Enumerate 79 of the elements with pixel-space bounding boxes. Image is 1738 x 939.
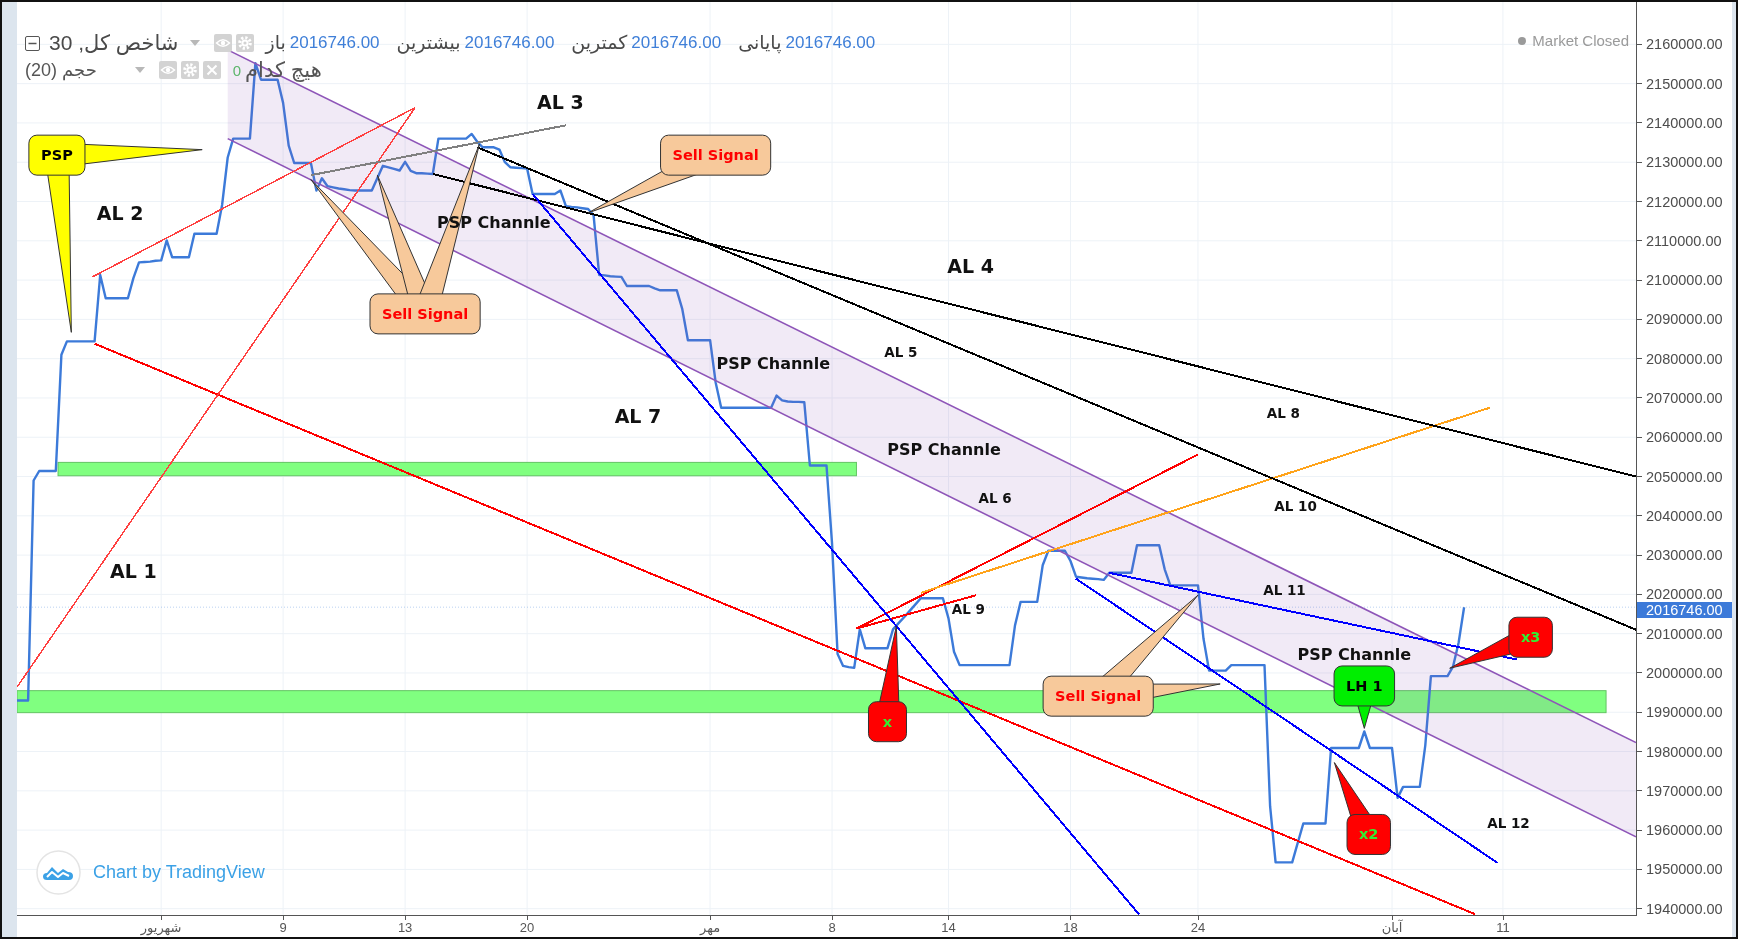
gear-icon[interactable] xyxy=(180,61,199,79)
chart-label: PSP Channle xyxy=(1297,644,1412,664)
callout: x2 xyxy=(1333,762,1391,855)
caret-icon[interactable] xyxy=(190,40,201,46)
time-axis-label: 9 xyxy=(279,920,287,935)
indicator-title: حجم (20) xyxy=(25,59,97,81)
series-title: شاخص کل, 30 xyxy=(49,31,179,55)
chart-label: AL 3 xyxy=(537,91,584,114)
callout: Sell Signal xyxy=(1042,594,1221,717)
time-axis-label: 8 xyxy=(828,920,836,935)
time-axis-label: 14 xyxy=(941,920,956,935)
chart-label: AL 11 xyxy=(1263,581,1306,598)
price-axis-label: 2050000.00 xyxy=(1646,469,1723,484)
chart-label: AL 12 xyxy=(1487,815,1530,832)
chart-label: AL 6 xyxy=(978,489,1012,506)
price-axis-label: 2060000.00 xyxy=(1646,430,1723,445)
chart-label: AL 4 xyxy=(947,254,994,277)
attribution-link[interactable]: Chart by TradingView xyxy=(93,862,265,883)
price-axis-label: 2110000.00 xyxy=(1646,233,1722,248)
price-axis-label: 2120000.00 xyxy=(1646,194,1723,209)
price-axis-label: 2140000.00 xyxy=(1646,115,1723,130)
status-dot-icon xyxy=(1518,36,1527,45)
callout: x3 xyxy=(1449,616,1553,669)
price-axis-label: 1990000.00 xyxy=(1646,705,1723,720)
time-axis-label: 18 xyxy=(1063,920,1078,935)
chart-label: AL 10 xyxy=(1274,497,1317,514)
time-axis-label: شهریور xyxy=(140,920,182,935)
price-axis-label: 2160000.00 xyxy=(1646,37,1723,52)
price-axis-label: 2150000.00 xyxy=(1646,76,1723,91)
last-price-label: 2016746.00 xyxy=(1637,602,1732,619)
market-status: Market Closed xyxy=(1532,32,1629,49)
ohlc-value: 2016746.00 xyxy=(289,33,380,53)
price-axis-label: 1980000.00 xyxy=(1646,744,1723,759)
price-axis-label: 2030000.00 xyxy=(1646,548,1723,563)
time-axis-label: مهر xyxy=(700,920,721,935)
chart-label: PSP Channle xyxy=(887,439,1001,459)
ohlc-label: کمترین xyxy=(571,31,628,55)
price-axis-label: 2020000.00 xyxy=(1646,587,1723,602)
callout: Sell Signal xyxy=(587,134,772,214)
time-axis-label: 13 xyxy=(397,920,413,935)
ohlc-label: باز xyxy=(265,31,286,55)
ohlc-label: بیشترین xyxy=(396,31,461,55)
caret-icon[interactable] xyxy=(134,67,145,73)
time-axis-label: 24 xyxy=(1190,920,1206,935)
time-axis-label: آبان xyxy=(1381,920,1403,935)
eye-icon[interactable] xyxy=(214,34,233,52)
price-axis-label: 2010000.00 xyxy=(1646,626,1723,641)
ohlc-value: 2016746.00 xyxy=(464,33,555,53)
chart-label: AL 5 xyxy=(884,344,918,361)
collapse-icon[interactable] xyxy=(25,35,40,51)
price-axis-label: 2090000.00 xyxy=(1646,312,1723,327)
price-axis-label: 2070000.00 xyxy=(1646,390,1723,405)
ohlc-value: 2016746.00 xyxy=(785,33,876,53)
price-axis-label: 2040000.00 xyxy=(1646,508,1723,523)
chart-label: AL 1 xyxy=(110,559,157,582)
price-axis-label: 2130000.00 xyxy=(1646,155,1723,170)
chart-label: AL 8 xyxy=(1266,405,1300,422)
price-axis-label: 2080000.00 xyxy=(1646,351,1723,366)
price-axis-label: 1970000.00 xyxy=(1646,783,1723,798)
chart-label: PSP Channle xyxy=(716,353,831,373)
indicator-value: 0 xyxy=(232,61,242,79)
logo-icon[interactable] xyxy=(36,850,81,895)
gear-icon[interactable] xyxy=(236,34,255,52)
price-axis-label: 1950000.00 xyxy=(1646,862,1723,877)
ohlc-label: پایانی xyxy=(738,31,782,55)
close-icon[interactable] xyxy=(202,61,221,79)
price-axis-label: 1960000.00 xyxy=(1646,823,1723,838)
callout: LH 1 xyxy=(1333,665,1396,729)
price-axis-label: 1940000.00 xyxy=(1646,901,1723,915)
price-axis-label: 2000000.00 xyxy=(1646,665,1723,680)
chart-label: AL 9 xyxy=(951,600,985,617)
chart-label: AL 2 xyxy=(96,201,144,224)
time-axis-label: 11 xyxy=(1496,920,1510,935)
ohlc-value: 2016746.00 xyxy=(631,33,722,53)
eye-icon[interactable] xyxy=(158,61,177,79)
price-axis-label: 2100000.00 xyxy=(1646,273,1723,288)
time-axis-label: 20 xyxy=(519,920,535,935)
chart-label: AL 7 xyxy=(614,404,662,427)
callout: x xyxy=(868,625,907,743)
